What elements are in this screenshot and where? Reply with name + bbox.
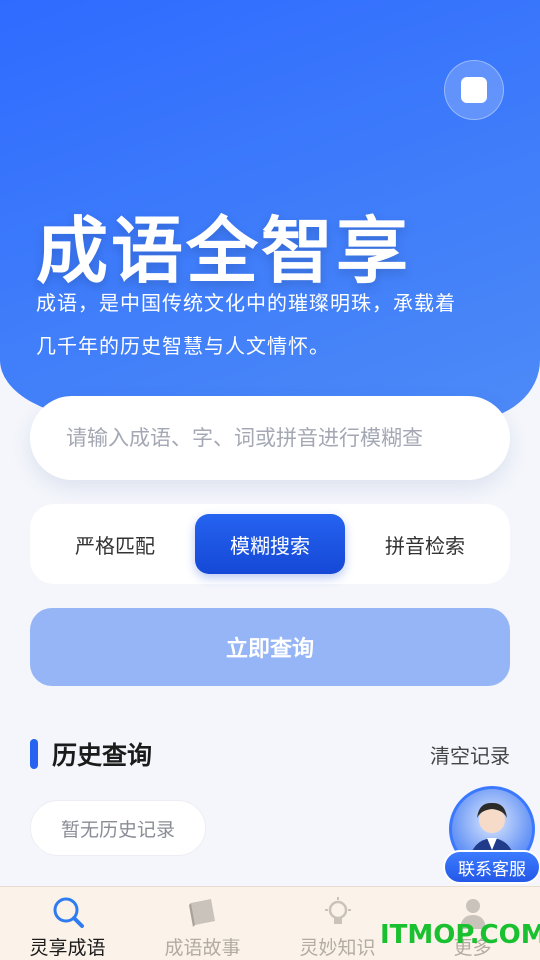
search-box[interactable] <box>30 396 510 480</box>
watermark-text: ITMOP.COM <box>380 920 540 950</box>
history-title: 历史查询 <box>52 741 153 770</box>
customer-service-widget[interactable]: 联系客服 <box>443 786 540 886</box>
clear-history-button[interactable]: 清空记录 <box>430 740 510 769</box>
search-icon <box>50 895 86 931</box>
hero-top-button[interactable] <box>444 60 504 120</box>
mode-strict-button[interactable]: 严格匹配 <box>40 514 190 574</box>
tab-stories[interactable]: 成语故事 <box>135 887 270 960</box>
history-title-group: 历史查询 <box>30 736 152 772</box>
tab-label: 成语故事 <box>164 937 241 959</box>
customer-service-label: 联系客服 <box>443 850 540 884</box>
history-accent-bar <box>30 739 38 769</box>
mode-fuzzy-button[interactable]: 模糊搜索 <box>195 514 345 574</box>
lightbulb-icon <box>320 895 356 931</box>
history-empty-label: 暂无历史记录 <box>30 800 206 856</box>
book-icon <box>185 895 221 931</box>
tab-label: 灵享成语 <box>29 937 106 959</box>
hero-banner: 成语全智享 成语，是中国传统文化中的璀璨明珠，承载着几千年的历史智慧与人文情怀。 <box>0 0 540 420</box>
tab-label: 灵妙知识 <box>299 937 376 959</box>
hero-description: 成语，是中国传统文化中的璀璨明珠，承载着几千年的历史智慧与人文情怀。 <box>36 291 456 358</box>
search-input[interactable] <box>66 426 474 450</box>
square-icon <box>461 77 487 103</box>
mode-pinyin-button[interactable]: 拼音检索 <box>350 514 500 574</box>
search-mode-bar: 严格匹配 模糊搜索 拼音检索 <box>30 504 510 584</box>
tab-idioms[interactable]: 灵享成语 <box>0 887 135 960</box>
query-button[interactable]: 立即查询 <box>30 608 510 686</box>
history-header: 历史查询 清空记录 <box>30 732 510 776</box>
